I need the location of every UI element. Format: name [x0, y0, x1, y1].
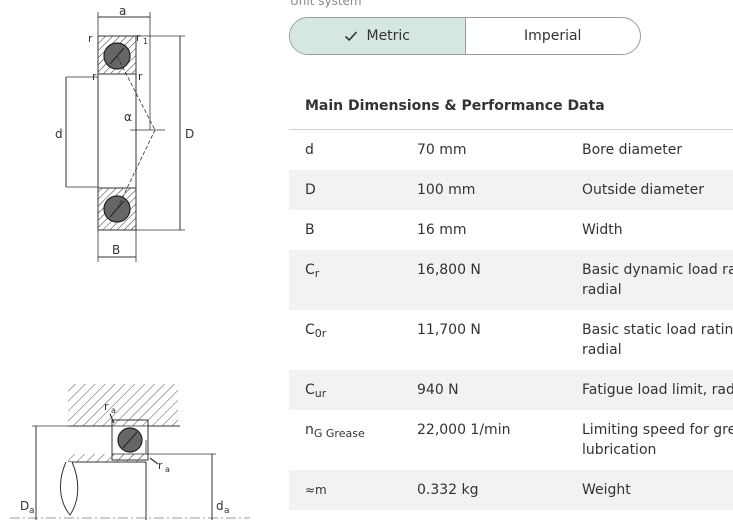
label-da-sub: a: [224, 506, 230, 516]
table-row: Cur 940 N Fatigue load limit, radi: [289, 370, 733, 410]
dimensions-table: d 70 mm Bore diameter D 100 mm Outside d…: [289, 129, 733, 510]
check-icon: [345, 31, 358, 42]
unit-system-label: Unit system: [290, 0, 362, 8]
label-d: d: [55, 127, 63, 141]
description-cell: Bore diameter: [582, 142, 683, 158]
label-D: D: [185, 127, 194, 141]
table-row: d 70 mm Bore diameter: [289, 130, 733, 170]
bearing-dimension-drawing: a r r 1 α r r d D B: [55, 4, 194, 262]
description-cell: Limiting speed for gre lubrication: [582, 422, 733, 458]
symbol-cell: d: [305, 142, 314, 158]
table-row: Cr 16,800 N Basic dynamic load rat radial: [289, 250, 733, 310]
value-cell: 22,000 1/min: [417, 422, 511, 438]
value-cell: 940 N: [417, 382, 459, 398]
metric-option[interactable]: Metric: [290, 18, 466, 54]
table-row: B 16 mm Width: [289, 210, 733, 250]
label-ra-bottom-sub: a: [165, 465, 170, 474]
description-cell: Width: [582, 222, 623, 238]
symbol-cell: C0r: [305, 322, 327, 340]
label-r-top: r: [88, 32, 93, 45]
table-row: D 100 mm Outside diameter: [289, 170, 733, 210]
value-cell: 16 mm: [417, 222, 467, 238]
table-row: C0r 11,700 N Basic static load rating rad…: [289, 310, 733, 370]
value-cell: 11,700 N: [417, 322, 481, 338]
value-cell: 16,800 N: [417, 262, 481, 278]
label-r-left: r: [92, 70, 97, 83]
symbol-cell: B: [305, 222, 315, 238]
description-cell: Fatigue load limit, radi: [582, 382, 733, 398]
label-ra-top: r: [104, 400, 109, 413]
label-ra-bottom: r: [158, 459, 163, 472]
imperial-label: Imperial: [524, 28, 582, 44]
value-cell: 0.332 kg: [417, 482, 479, 498]
table-row: ≈m 0.332 kg Weight: [289, 470, 733, 510]
table-row: nG Grease 22,000 1/min Limiting speed fo…: [289, 410, 733, 470]
symbol-cell: Cr: [305, 262, 320, 280]
value-cell: 70 mm: [417, 142, 467, 158]
mounting-dimension-drawing: r a r a D a d a: [10, 384, 250, 520]
imperial-option[interactable]: Imperial: [466, 18, 641, 54]
description-cell: Outside diameter: [582, 182, 704, 198]
symbol-cell: ≈m: [305, 483, 327, 497]
label-da: d: [216, 499, 224, 513]
description-cell: Weight: [582, 482, 631, 498]
value-cell: 100 mm: [417, 182, 476, 198]
symbol-cell: D: [305, 182, 316, 198]
symbol-cell: nG Grease: [305, 422, 365, 440]
symbol-cell: Cur: [305, 382, 327, 400]
section-title: Main Dimensions & Performance Data: [305, 98, 605, 114]
label-alpha: α: [124, 110, 132, 124]
metric-label: Metric: [366, 28, 411, 44]
label-a: a: [119, 4, 126, 18]
label-ra-top-sub: a: [111, 406, 116, 415]
description-cell: Basic static load rating radial: [582, 322, 733, 358]
label-r1: r: [136, 31, 141, 44]
label-Da-sub: a: [29, 506, 35, 516]
label-Da: D: [20, 499, 29, 513]
label-B: B: [112, 243, 120, 257]
label-r-right: r: [138, 70, 143, 83]
bearing-data-page: a r r 1 α r r d D B r a r a D a d a Unit…: [0, 0, 733, 529]
description-cell: Basic dynamic load rat radial: [582, 262, 733, 298]
label-r1-sub: 1: [143, 37, 148, 46]
unit-system-toggle: Metric Imperial: [289, 17, 641, 55]
